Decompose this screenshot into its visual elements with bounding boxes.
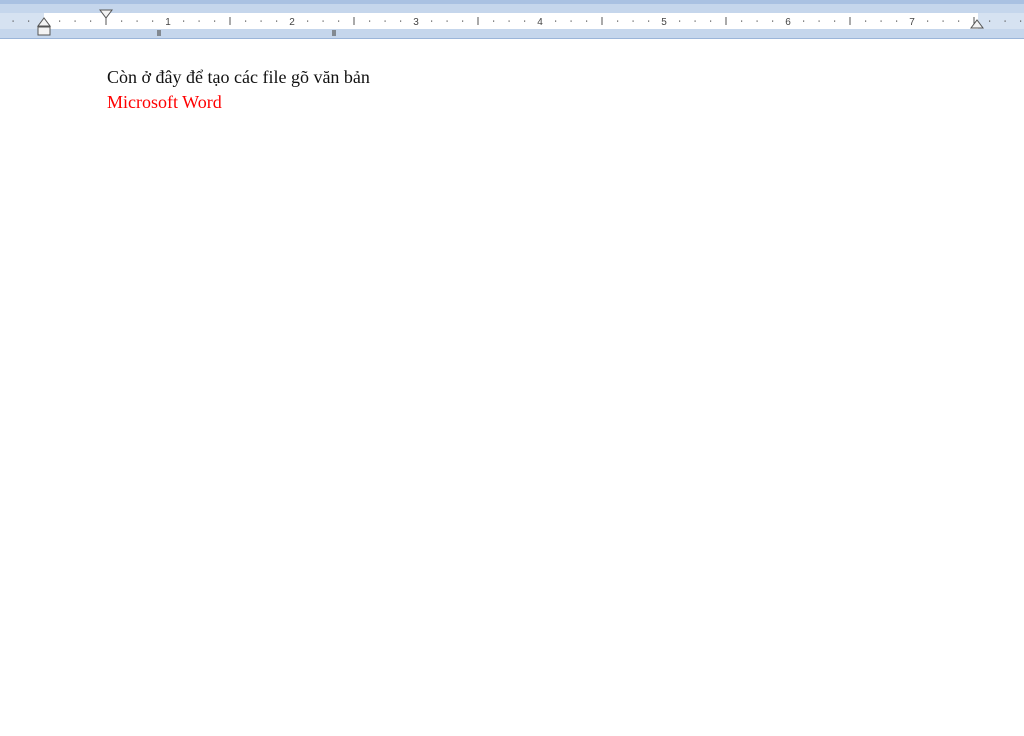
horizontal-ruler[interactable]: 1 2 3 4 5 6 7 [0,0,1024,39]
ruler-number: 6 [785,17,791,28]
ruler-dot-tick [136,20,138,22]
ruler-dot-tick [927,20,929,22]
ruler-dot-tick [586,20,588,22]
ruler-dot-tick [90,20,92,22]
ruler-dot-tick [59,20,61,22]
ruler-dot-tick [245,20,247,22]
ruler-dot-tick [524,20,526,22]
ruler-dot-tick [338,20,340,22]
cropped-text-fragment [332,30,336,36]
ruler-dot-tick [958,20,960,22]
ruler-dot-tick [632,20,634,22]
ruler-dot-tick [741,20,743,22]
ruler-dot-tick [896,20,898,22]
first-line-indent-marker[interactable] [99,9,113,19]
ruler-dot-tick [570,20,572,22]
ruler-dot-tick [400,20,402,22]
ruler-number: 2 [289,17,295,28]
ruler-dot-tick [865,20,867,22]
ruler-dot-tick [74,20,76,22]
ruler-dot-tick [508,20,510,22]
ruler-marks: 1 2 3 4 5 6 7 [12,9,1022,36]
cropped-text-fragment [157,30,161,36]
ruler-dot-tick [462,20,464,22]
ruler-dot-tick [1004,20,1006,22]
hanging-indent-marker[interactable] [37,17,51,27]
ruler-dot-tick [756,20,758,22]
ruler-dot-tick [307,20,309,22]
ruler-dot-tick [555,20,557,22]
ruler-numbers: 1 2 3 4 5 6 7 [165,17,915,28]
ruler-dot-tick [384,20,386,22]
ruler-dot-tick [28,20,30,22]
ruler-dot-tick [493,20,495,22]
ruler-number: 5 [661,17,667,28]
ruler-number: 4 [537,17,543,28]
ruler-number: 3 [413,17,419,28]
ruler-dot-tick [322,20,324,22]
ruler-dot-tick [121,20,123,22]
ruler-dot-tick [431,20,433,22]
ruler-dot-tick [260,20,262,22]
ruler-dot-tick [1020,20,1022,22]
document-line-1[interactable]: Còn ở đây để tạo các file gõ văn bản [107,65,370,89]
ruler-dot-tick [694,20,696,22]
ruler-dot-tick [214,20,216,22]
ruler-dot-tick [772,20,774,22]
right-indent-marker[interactable] [970,19,984,29]
ruler-dot-tick [818,20,820,22]
ruler-ticks [12,17,1022,25]
ruler-dot-tick [183,20,185,22]
ruler-dot-tick [617,20,619,22]
ruler-dot-tick [803,20,805,22]
ruler-dot-tick [152,20,154,22]
ruler-dot-tick [942,20,944,22]
ruler-dot-tick [989,20,991,22]
ruler-dot-tick [648,20,650,22]
left-indent-marker[interactable] [37,26,51,36]
ruler-dot-tick [679,20,681,22]
ruler-dot-tick [880,20,882,22]
ruler-dot-tick [12,20,14,22]
ruler-number: 7 [909,17,915,28]
ruler-dot-tick [446,20,448,22]
ruler-number: 1 [165,17,171,28]
ruler-dot-tick [198,20,200,22]
ruler-dot-tick [276,20,278,22]
ruler-dot-tick [710,20,712,22]
ruler-dot-tick [834,20,836,22]
ruler-dot-tick [369,20,371,22]
document-line-2[interactable]: Microsoft Word [107,90,222,114]
